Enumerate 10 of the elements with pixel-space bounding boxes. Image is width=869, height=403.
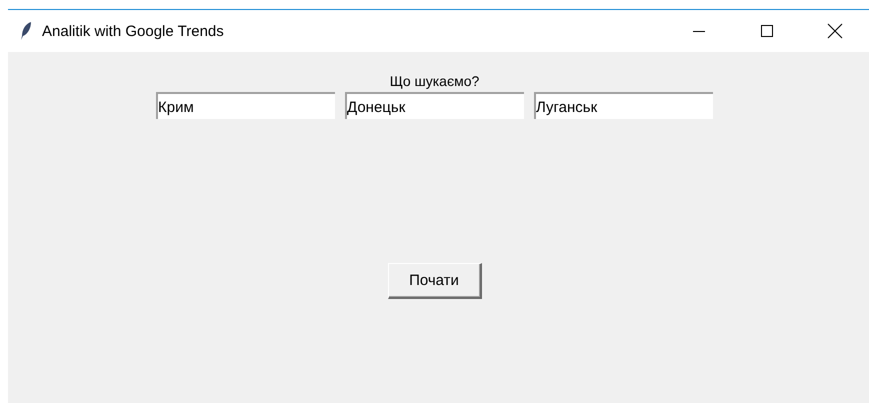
start-button[interactable]: Почати bbox=[388, 263, 482, 299]
feather-icon bbox=[20, 21, 32, 41]
maximize-icon bbox=[760, 24, 774, 38]
input-field[interactable]: Донецьк bbox=[345, 92, 524, 119]
input-field[interactable]: Крим bbox=[156, 92, 335, 119]
input-field[interactable]: Луганськ bbox=[534, 92, 713, 119]
prompt-label: Що шукаємо? bbox=[390, 72, 480, 90]
close-icon bbox=[827, 23, 843, 39]
window-title: Analitik with Google Trends bbox=[42, 22, 225, 40]
minimize-icon bbox=[693, 30, 705, 32]
